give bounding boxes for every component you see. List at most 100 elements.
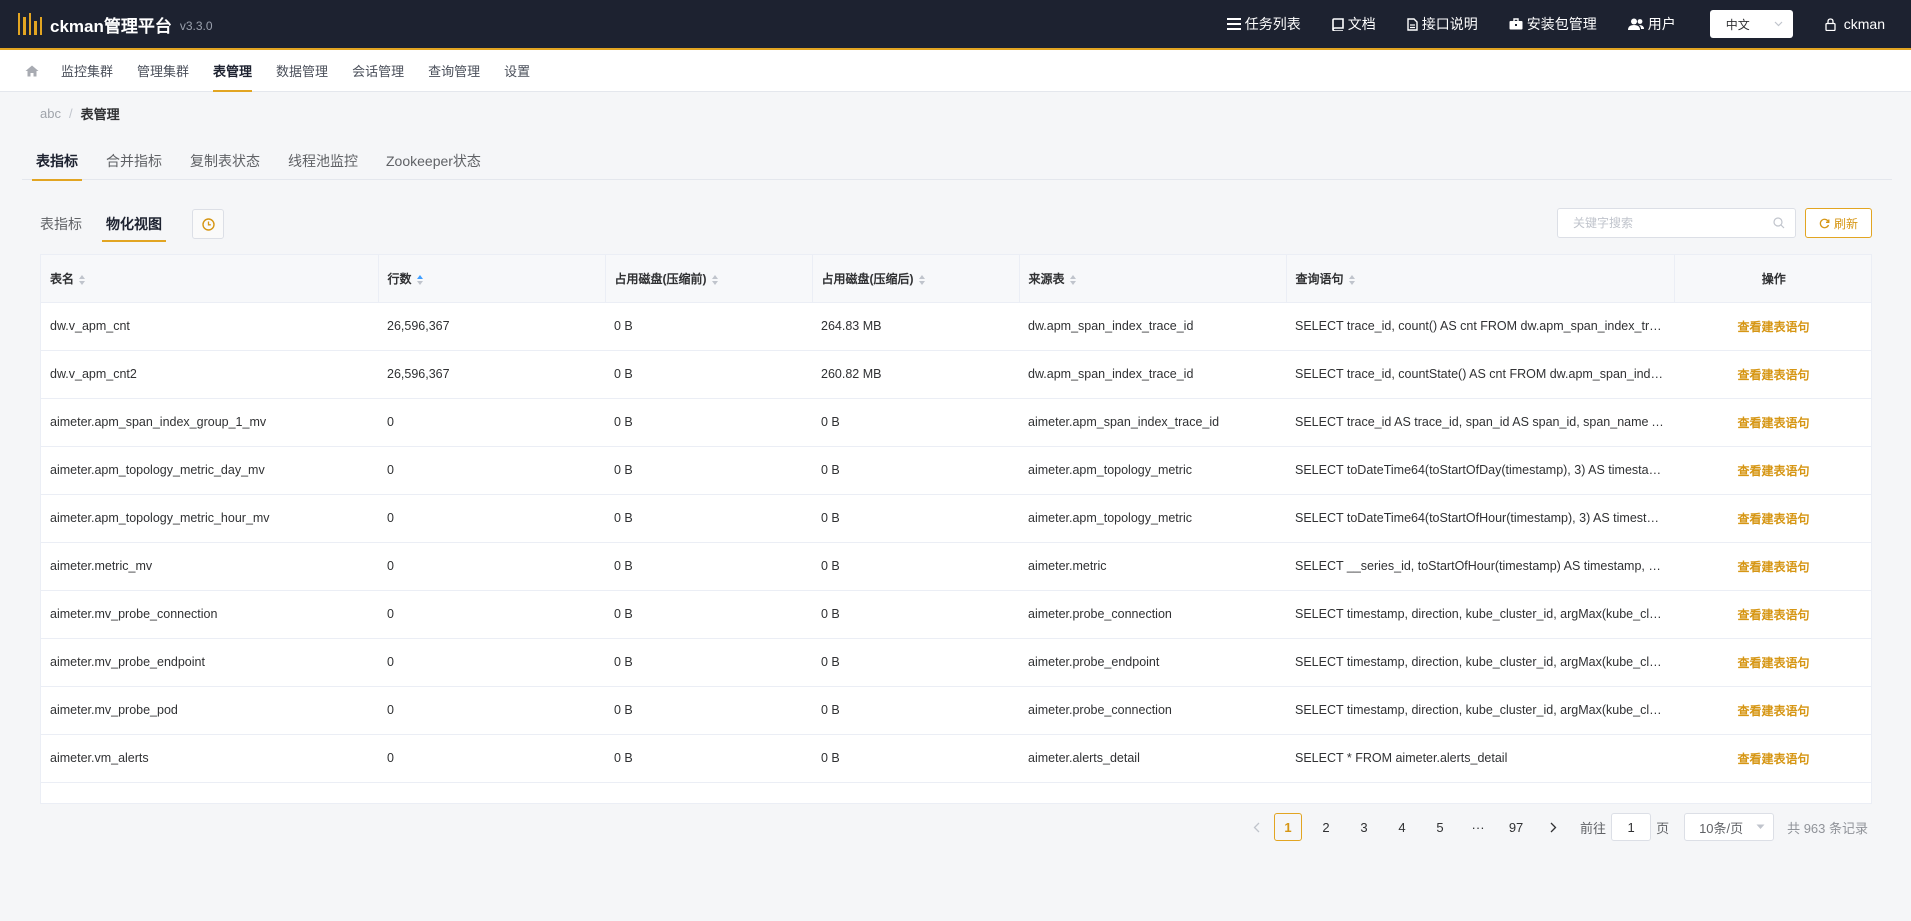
nav-users[interactable]: 用户 [1627, 14, 1676, 34]
column-header-table-name[interactable]: 表名 [41, 255, 379, 303]
view-create-statement-link[interactable]: 查看建表语句 [1737, 656, 1809, 670]
nav-task-list[interactable]: 任务列表 [1226, 14, 1301, 34]
tab-replica-status[interactable]: 复制表状态 [190, 145, 260, 180]
cell-rows: 26,596,367 [378, 302, 605, 351]
cell-table-name: aimeter.mv_probe_pod [41, 686, 378, 735]
cell-disk-compressed: 0 B [812, 398, 1019, 447]
sort-icon[interactable] [1069, 274, 1076, 285]
more-pages-button[interactable]: ··· [1464, 813, 1492, 841]
cell-source-table: aimeter.apm_span_index_trace_id [1019, 398, 1286, 447]
clock-icon [201, 217, 215, 231]
main-tabs: 表指标 合并指标 复制表状态 线程池监控 Zookeeper状态 [22, 145, 1892, 181]
subtab-table-metrics[interactable]: 表指标 [40, 206, 82, 242]
tab-table-metrics[interactable]: 表指标 [32, 145, 82, 181]
view-create-statement-link[interactable]: 查看建表语句 [1737, 752, 1809, 766]
view-create-statement-link[interactable]: 查看建表语句 [1737, 464, 1809, 478]
cell-query: SELECT toDateTime64(toStartOfHour(timest… [1286, 494, 1674, 543]
language-value: 中文 [1725, 17, 1750, 32]
refresh-button[interactable]: 刷新 [1805, 208, 1872, 238]
page-number[interactable]: 2 [1312, 813, 1340, 841]
user-menu[interactable]: ckman [1825, 16, 1885, 32]
next-page-button[interactable] [1538, 813, 1568, 841]
chevron-down-icon [1774, 21, 1783, 27]
page-size-select[interactable]: 10条/页 [1684, 813, 1775, 841]
table-row: aimeter.mv_probe_endpoint 0 0 B 0 B aime… [41, 638, 1871, 687]
subnav-manage-cluster[interactable]: 管理集群 [137, 50, 189, 92]
view-create-statement-link[interactable]: 查看建表语句 [1737, 560, 1809, 574]
view-create-statement-link[interactable]: 查看建表语句 [1737, 320, 1809, 334]
logo-bars-icon [18, 13, 43, 35]
goto-page-input[interactable] [1611, 813, 1652, 841]
cell-disk-uncompressed: 0 B [605, 590, 812, 639]
nav-label: 安装包管理 [1526, 16, 1597, 32]
refresh-icon [1819, 218, 1830, 228]
breadcrumb-cluster[interactable]: abc [40, 106, 61, 121]
cell-query: SELECT * FROM aimeter.alerts_detail [1286, 734, 1674, 783]
cell-disk-compressed: 0 B [812, 734, 1019, 783]
history-button[interactable] [192, 209, 224, 239]
home-icon[interactable] [25, 65, 39, 77]
caret-down-icon [1756, 824, 1765, 829]
subnav-session-management[interactable]: 会话管理 [352, 50, 404, 92]
sort-icon[interactable] [918, 274, 925, 285]
sort-icon[interactable] [711, 274, 718, 285]
search-field[interactable] [1557, 208, 1796, 238]
cell-source-table: aimeter.probe_connection [1019, 686, 1286, 735]
subnav-data-management[interactable]: 数据管理 [276, 50, 328, 92]
page-number[interactable]: 97 [1502, 813, 1530, 841]
column-header-disk-uncompressed[interactable]: 占用磁盘(压缩前) [605, 255, 813, 303]
language-select[interactable]: 中文 [1709, 10, 1793, 38]
refresh-label: 刷新 [1833, 216, 1858, 231]
cell-rows: 0 [378, 590, 605, 639]
sort-icon[interactable] [416, 274, 423, 285]
view-create-statement-link[interactable]: 查看建表语句 [1737, 368, 1809, 382]
page-number[interactable]: 1 [1274, 813, 1303, 841]
chevron-left-icon [1253, 822, 1260, 832]
subtab-materialized-views[interactable]: 物化视图 [102, 206, 166, 242]
view-create-statement-link[interactable]: 查看建表语句 [1737, 512, 1809, 526]
list-icon [1226, 18, 1241, 30]
cell-rows: 0 [378, 686, 605, 735]
nav-api-docs[interactable]: 接口说明 [1407, 14, 1478, 34]
prev-page-button[interactable] [1241, 813, 1271, 841]
sort-icon[interactable] [79, 274, 86, 285]
search-input[interactable] [1573, 216, 1763, 230]
subnav-table-management[interactable]: 表管理 [213, 50, 253, 92]
subnav-settings[interactable]: 设置 [504, 50, 530, 92]
username: ckman [1843, 16, 1885, 32]
column-header-rows[interactable]: 行数 [378, 255, 606, 303]
cell-table-name: aimeter.mv_probe_endpoint [41, 638, 378, 687]
users-icon [1627, 18, 1644, 30]
cell-rows: 0 [378, 638, 605, 687]
view-create-statement-link[interactable]: 查看建表语句 [1737, 416, 1809, 430]
subnav-monitor-cluster[interactable]: 监控集群 [61, 50, 113, 92]
table-row: aimeter.mv_probe_pod 0 0 B 0 B aimeter.p… [41, 686, 1871, 735]
tab-merge-metrics[interactable]: 合并指标 [106, 145, 162, 180]
view-create-statement-link[interactable]: 查看建表语句 [1737, 608, 1809, 622]
app-logo[interactable]: ckman管理平台 v3.3.0 [18, 12, 213, 37]
view-create-statement-link[interactable]: 查看建表语句 [1737, 704, 1809, 718]
cell-disk-uncompressed: 0 B [605, 302, 812, 351]
cell-actions: 查看建表语句 [1674, 446, 1871, 495]
column-header-query[interactable]: 查询语句 [1286, 255, 1675, 303]
cell-actions: 查看建表语句 [1674, 638, 1871, 687]
cell-query: SELECT toDateTime64(toStartOfDay(timesta… [1286, 446, 1674, 495]
nav-package-management[interactable]: 安装包管理 [1509, 14, 1597, 34]
sort-icon[interactable] [1348, 274, 1355, 285]
secondary-nav: 监控集群 管理集群 表管理 数据管理 会话管理 查询管理 设置 [0, 50, 1911, 92]
page-number[interactable]: 5 [1426, 813, 1454, 841]
nav-label: 接口说明 [1421, 16, 1478, 32]
cell-table-name: dw.v_apm_cnt [41, 302, 378, 351]
nav-docs[interactable]: 文档 [1331, 14, 1376, 34]
cell-disk-compressed: 260.82 MB [812, 350, 1019, 399]
column-header-source-table[interactable]: 来源表 [1019, 255, 1287, 303]
subnav-query-management[interactable]: 查询管理 [428, 50, 480, 92]
cell-table-name: dw.v_apm_cnt2 [41, 350, 378, 399]
cell-table-name: aimeter.apm_topology_metric_hour_mv [41, 494, 378, 543]
tab-zookeeper-status[interactable]: Zookeeper状态 [386, 145, 481, 180]
breadcrumb: abc / 表管理 [40, 104, 120, 123]
page-number[interactable]: 3 [1350, 813, 1378, 841]
page-number[interactable]: 4 [1388, 813, 1416, 841]
column-header-disk-compressed[interactable]: 占用磁盘(压缩后) [812, 255, 1020, 303]
tab-thread-pool[interactable]: 线程池监控 [288, 145, 358, 180]
